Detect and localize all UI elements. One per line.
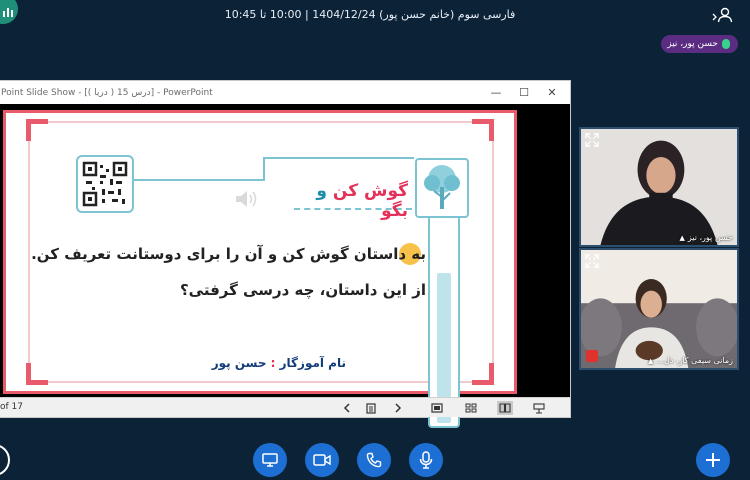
corner-decoration (472, 363, 494, 385)
slide-area: گوش کن و بگو به داستان گوش کن و آن را بر… (0, 104, 570, 428)
slideshow-view-button[interactable] (531, 401, 547, 415)
next-slide-button[interactable] (390, 401, 406, 415)
slide: گوش کن و بگو به داستان گوش کن و آن را بر… (3, 110, 517, 428)
decorative-line (263, 157, 265, 181)
window-titlebar[interactable]: Point Slide Show - [درس 15 ( دریا )] - P… (0, 81, 570, 104)
participant-name: زمانی سیفی کار، دل... (656, 356, 733, 365)
screen-share-icon (262, 453, 278, 467)
book-icon (499, 403, 511, 413)
participant-name-label: حسن پور، نیز ▲ (679, 233, 733, 242)
slide-list-icon (366, 402, 376, 414)
participant-video-tile[interactable]: زمانی سیفی کار، دل... ▲ (579, 248, 739, 370)
slideshow-statusbar: of 17 (0, 397, 570, 417)
reading-view-button[interactable] (497, 401, 513, 415)
slide-text-line-2: از این داستان، چه درسی گرفتی؟ (179, 281, 426, 299)
qr-code-icon (82, 161, 128, 207)
chevron-up-icon[interactable]: ▲ (648, 357, 653, 365)
chevron-left-icon (343, 403, 350, 413)
expand-icon[interactable] (585, 132, 599, 147)
microphone-icon (419, 451, 433, 469)
teacher-colon: : (266, 356, 280, 370)
active-speaker-badge: حسن پور، نیز (661, 35, 738, 53)
decorative-line (264, 157, 414, 159)
participant-video-feed (581, 129, 737, 245)
slide-text-line-1: به داستان گوش کن و آن را برای دوستانت تع… (31, 245, 426, 263)
normal-view-button[interactable] (429, 401, 445, 415)
heading-say: بگو (381, 201, 408, 221)
phone-icon (366, 452, 382, 468)
speaker-icon (234, 188, 260, 214)
call-button[interactable] (357, 443, 391, 477)
teacher-label: نام آموزگار (279, 356, 346, 370)
screen-share-button[interactable] (253, 443, 287, 477)
corner-decoration (26, 119, 48, 141)
participant-name: حسن پور، نیز (687, 233, 733, 242)
user-icon (712, 7, 733, 23)
app-logo (0, 0, 18, 24)
normal-view-icon (431, 403, 443, 413)
expand-icon[interactable] (585, 253, 599, 268)
projector-icon (533, 402, 545, 414)
decorative-line (134, 179, 264, 181)
slide-count: of 17 (0, 402, 23, 412)
chevron-right-icon (395, 403, 402, 413)
qr-code (76, 155, 134, 213)
window-title: Point Slide Show - [درس 15 ( دریا )] - P… (1, 87, 213, 98)
slide-menu-button[interactable] (363, 401, 379, 415)
bars-icon (3, 8, 13, 17)
camera-icon (313, 454, 331, 466)
corner-decoration (472, 119, 494, 141)
muted-microphone-icon (586, 350, 598, 362)
chevron-up-icon[interactable]: ▲ (679, 234, 684, 242)
heading-and: و (316, 181, 333, 201)
camera-button[interactable] (305, 443, 339, 477)
slide-sorter-button[interactable] (463, 401, 479, 415)
participants-button[interactable] (712, 5, 736, 25)
microphone-icon (722, 39, 730, 49)
corner-decoration (26, 363, 48, 385)
minimize-button[interactable]: — (482, 81, 510, 104)
heading-listen: گوش کن (332, 181, 408, 201)
participant-video-feed (581, 250, 737, 368)
teacher-line: نام آموزگار : حسن پور (156, 356, 346, 370)
meeting-title: فارسی سوم (خانم حسن پور) 1404/12/24 | 10… (224, 8, 516, 21)
maximize-button[interactable]: ☐ (510, 81, 538, 104)
slide-heading: گوش کن و بگو (288, 181, 408, 221)
grid-icon (465, 403, 477, 413)
plus-icon (706, 453, 720, 467)
powerpoint-window[interactable]: Point Slide Show - [درس 15 ( دریا )] - P… (0, 80, 571, 428)
active-speaker-name: حسن پور، نیز (667, 39, 718, 49)
microphone-button[interactable] (409, 443, 443, 477)
participant-video-tile[interactable]: حسن پور، نیز ▲ (579, 127, 739, 247)
participant-name-label: زمانی سیفی کار، دل... ▲ (648, 356, 733, 365)
previous-slide-button[interactable] (339, 401, 355, 415)
tree-icon (414, 157, 470, 221)
teacher-name: حسن پور (211, 356, 267, 370)
side-panel-toggle[interactable] (0, 444, 10, 476)
close-button[interactable]: ✕ (538, 81, 566, 104)
add-button[interactable] (696, 443, 730, 477)
